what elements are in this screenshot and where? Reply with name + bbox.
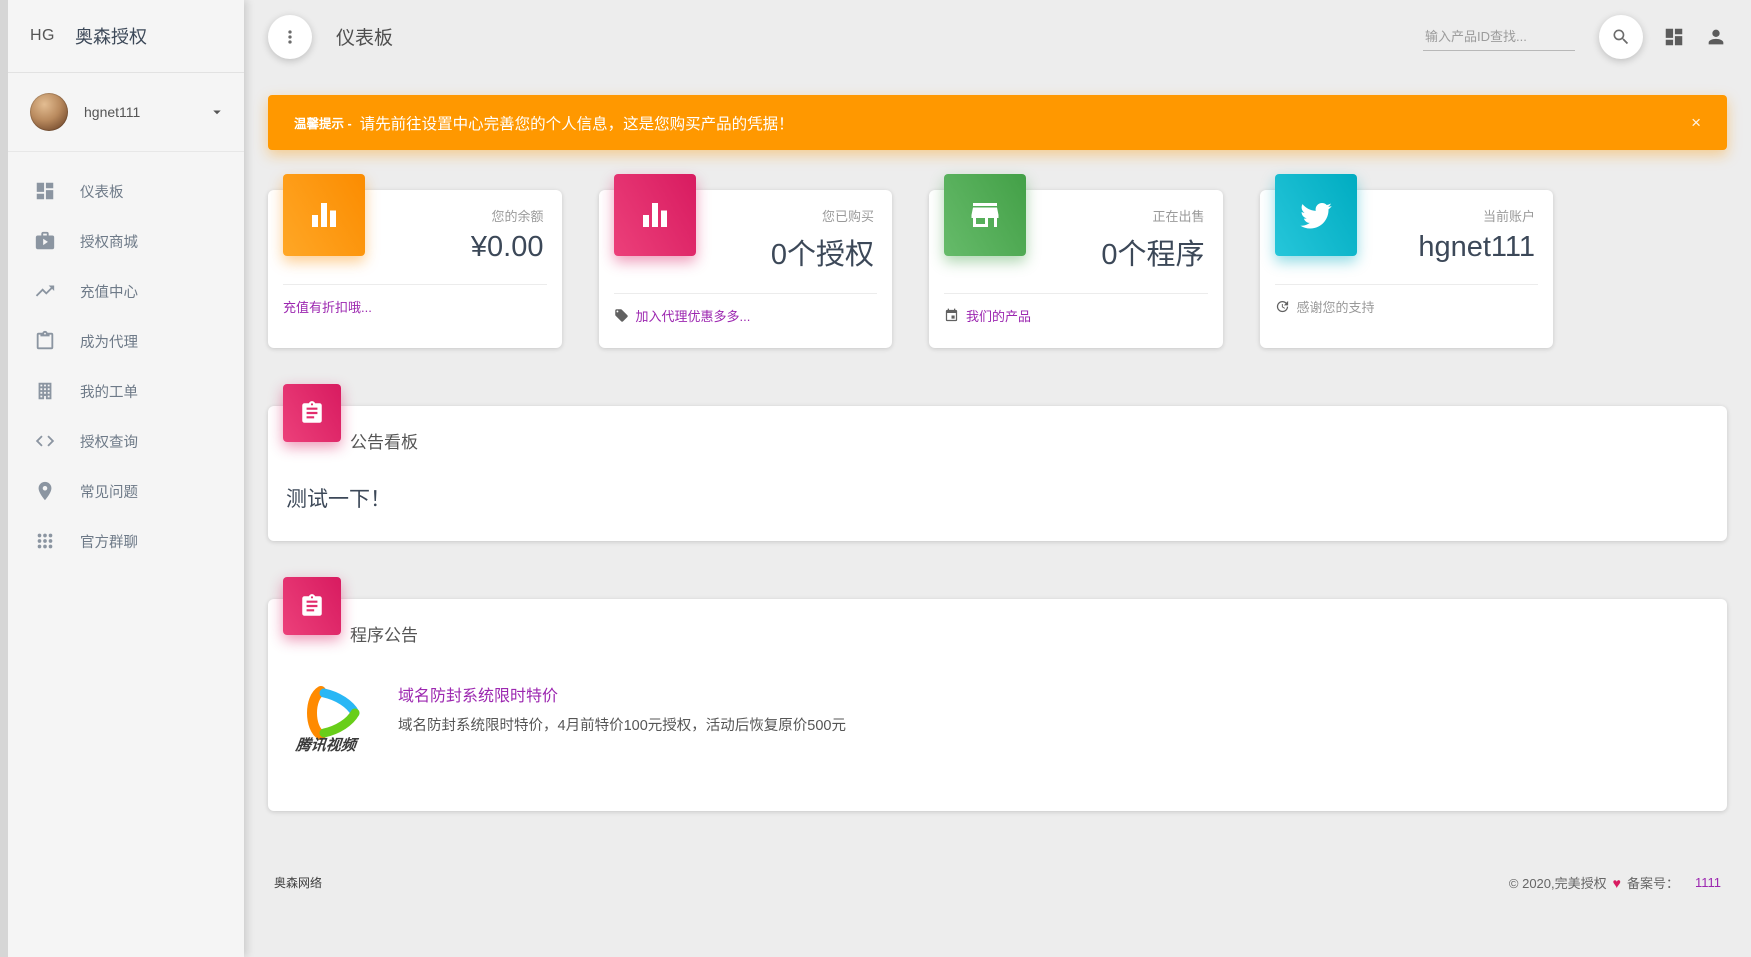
- alert-prefix: 温馨提示 -: [294, 113, 352, 132]
- search-field: [1423, 23, 1575, 51]
- stat-footer-link[interactable]: 我们的产品: [966, 306, 1031, 325]
- stats-row: 您的余额 ¥0.00 充值有折扣哦... 您已购买 0个授权 加入代理优惠多多.…: [268, 190, 1553, 348]
- sidebar-item-label: 成为代理: [80, 331, 138, 352]
- sidebar-item-label: 授权商城: [80, 231, 138, 252]
- sidebar-item-label: 我的工单: [80, 381, 138, 402]
- page-title: 仪表板: [336, 23, 393, 50]
- code-tags-icon: [34, 430, 56, 452]
- announcement-item: 腾讯视频 域名防封系统限时特价 域名防封系统限时特价，4月前特价100元授权，活…: [268, 646, 1727, 769]
- update-icon: [1275, 299, 1290, 314]
- sidebar-item-shop[interactable]: 授权商城: [8, 216, 244, 266]
- close-icon[interactable]: ×: [1691, 113, 1701, 133]
- dots-grid-icon: [34, 530, 56, 552]
- account-button[interactable]: [1705, 26, 1727, 48]
- stat-footer-link[interactable]: 充值有折扣哦...: [283, 297, 372, 316]
- sidebar-item-label: 仪表板: [80, 181, 124, 202]
- chevron-down-icon[interactable]: [208, 103, 226, 121]
- brand-name: 奥森授权: [75, 23, 147, 49]
- clipboard-icon: [34, 330, 56, 352]
- tencent-video-caption: 腾讯视频: [295, 734, 371, 755]
- sidebar-item-faq[interactable]: 常见问题: [8, 466, 244, 516]
- logo-text: HG: [30, 27, 55, 45]
- sidebar-item-label: 充值中心: [80, 281, 138, 302]
- heart-icon: ♥: [1613, 875, 1621, 891]
- sidebar-item-group-chat[interactable]: 官方群聊: [8, 516, 244, 566]
- person-icon: [1705, 26, 1727, 48]
- avatar[interactable]: [30, 93, 68, 131]
- stat-footer-text: 感谢您的支持: [1297, 297, 1375, 316]
- storefront-icon: [944, 174, 1026, 256]
- search-input[interactable]: [1423, 23, 1575, 51]
- copyright-text: © 2020,完美授权: [1509, 873, 1607, 892]
- sidebar-item-label: 授权查询: [80, 431, 138, 452]
- search-icon: [1611, 27, 1631, 47]
- stat-footer-link[interactable]: 加入代理优惠多多...: [636, 306, 751, 325]
- sidebar-header: HG 奥森授权: [8, 0, 244, 73]
- beian-label: 备案号：: [1627, 873, 1679, 892]
- trending-up-icon: [34, 280, 56, 302]
- dots-vertical-icon: [280, 27, 300, 47]
- footer-brand: 奥森网络: [274, 874, 322, 891]
- shop-bag-icon: [34, 230, 56, 252]
- stat-card-account: 当前账户 hgnet111 感谢您的支持: [1260, 190, 1554, 348]
- menu-dots-button[interactable]: [268, 15, 312, 59]
- page-footer: 奥森网络 © 2020,完美授权 ♥ 备案号： 1111: [268, 873, 1727, 892]
- tag-icon: [614, 308, 629, 323]
- user-name: hgnet111: [84, 104, 140, 120]
- notice-board-card: 公告看板 测试一下！: [268, 406, 1727, 541]
- calendar-icon: [944, 308, 959, 323]
- sidebar-item-label: 官方群聊: [80, 531, 138, 552]
- alert-message: 请先前往设置中心完善您的个人信息，这是您购买产品的凭据！: [360, 112, 794, 134]
- building-icon: [34, 380, 56, 402]
- notice-board-title: 公告看板: [268, 406, 1727, 453]
- program-notice-card: 程序公告 腾讯视频 域名防封系统限时特价 域名防封系统限时特价，4月前特价100…: [268, 599, 1727, 811]
- dashboard-icon: [34, 180, 56, 202]
- dashboard-grid-button[interactable]: [1663, 26, 1685, 48]
- clipboard-text-icon: [283, 577, 341, 635]
- stat-card-balance: 您的余额 ¥0.00 充值有折扣哦...: [268, 190, 562, 348]
- sidebar-nav: 仪表板 授权商城 充值中心 成为代理 我的工单 授权查询 常见问题 官方群聊: [8, 152, 244, 580]
- program-notice-title: 程序公告: [268, 599, 1727, 646]
- dashboard-grid-icon: [1663, 26, 1685, 48]
- beian-link[interactable]: 1111: [1695, 875, 1721, 890]
- sidebar-item-dashboard[interactable]: 仪表板: [8, 166, 244, 216]
- alert-banner: 温馨提示 - 请先前往设置中心完善您的个人信息，这是您购买产品的凭据！ ×: [268, 95, 1727, 150]
- notice-board-content: 测试一下！: [268, 453, 1727, 541]
- user-menu[interactable]: hgnet111: [8, 73, 244, 152]
- tencent-video-logo: 腾讯视频: [296, 676, 370, 755]
- sidebar-item-agent[interactable]: 成为代理: [8, 316, 244, 366]
- twitter-icon: [1275, 174, 1357, 256]
- stat-card-purchased: 您已购买 0个授权 加入代理优惠多多...: [599, 190, 893, 348]
- search-button[interactable]: [1599, 15, 1643, 59]
- map-marker-icon: [34, 480, 56, 502]
- topbar-actions: [1423, 15, 1727, 59]
- bar-chart-icon: [283, 174, 365, 256]
- sidebar-item-recharge[interactable]: 充值中心: [8, 266, 244, 316]
- sidebar-item-auth-query[interactable]: 授权查询: [8, 416, 244, 466]
- clipboard-text-icon: [283, 384, 341, 442]
- main-content: 仪表板 温馨提示 - 请先前往设置中心完善您的个人信息，这是您购买产品的凭据！ …: [244, 0, 1751, 957]
- sidebar-item-label: 常见问题: [80, 481, 138, 502]
- announcement-link[interactable]: 域名防封系统限时特价: [398, 688, 558, 705]
- announcement-description: 域名防封系统限时特价，4月前特价100元授权，活动后恢复原价500元: [398, 714, 846, 735]
- stat-card-selling: 正在出售 0个程序 我们的产品: [929, 190, 1223, 348]
- sidebar-item-tickets[interactable]: 我的工单: [8, 366, 244, 416]
- topbar: 仪表板: [268, 0, 1727, 73]
- bar-chart-icon: [614, 174, 696, 256]
- sidebar: HG 奥森授权 hgnet111 仪表板 授权商城 充值中心 成为代理 我的工单: [0, 0, 244, 957]
